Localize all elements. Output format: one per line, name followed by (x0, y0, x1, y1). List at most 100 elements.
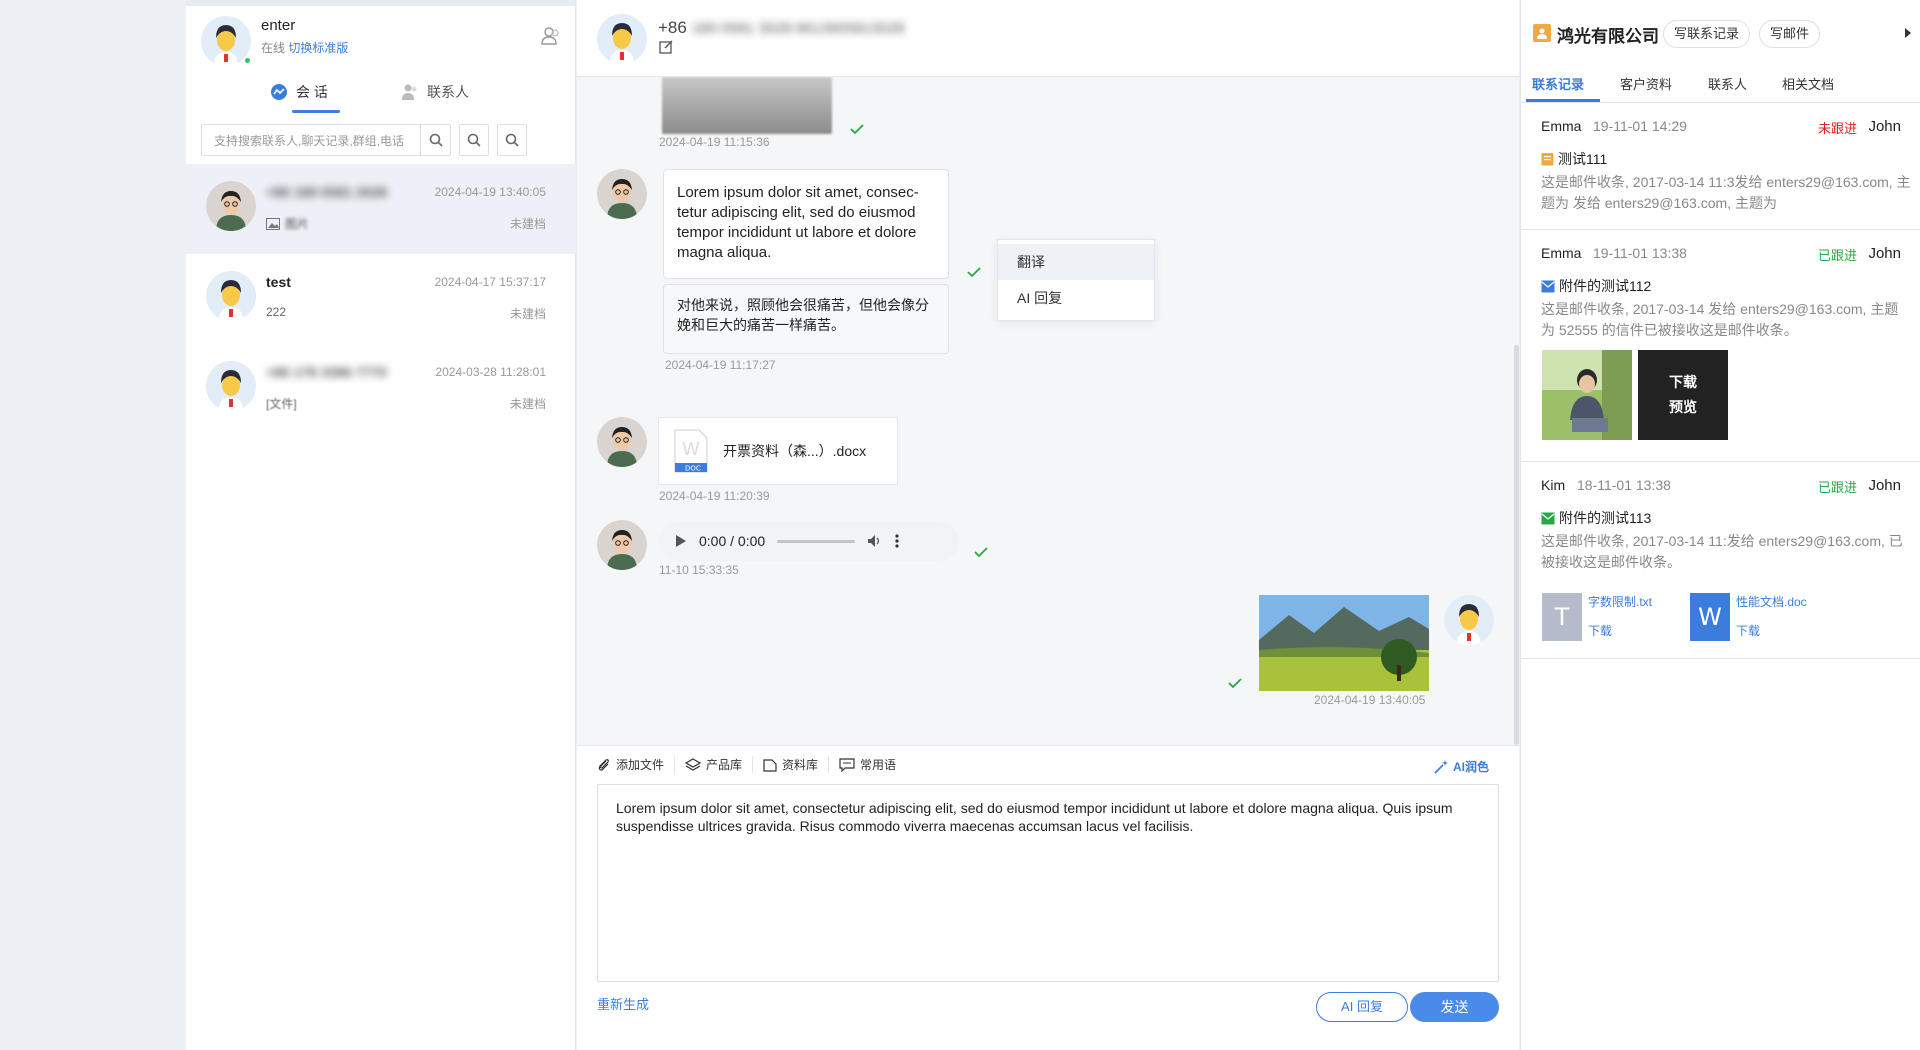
attachment-name[interactable]: 性能文档.doc (1736, 593, 1807, 610)
tool-label: 资料库 (782, 758, 819, 772)
search-messages-button[interactable] (459, 124, 489, 156)
conversation-preview: 222 (266, 305, 286, 319)
download-link[interactable]: 下载 (1736, 622, 1807, 639)
search-groups-button[interactable] (497, 124, 527, 156)
conversation-item[interactable]: +86 178 3386 7770 2024-03-28 11:28:01 [文… (186, 344, 576, 434)
quick-phrases-button[interactable]: 常用语 (829, 756, 906, 773)
product-library-button[interactable]: 产品库 (675, 756, 754, 773)
write-mail-button[interactable]: 写邮件 (1759, 20, 1821, 48)
conversation-item[interactable]: +86 189 0581 3028 2024-04-19 13:40:05 图片… (186, 164, 576, 254)
tool-label: 常用语 (860, 758, 897, 772)
menu-item-translate[interactable]: 翻译 (998, 244, 1154, 280)
download-link[interactable]: 下载 (1588, 622, 1652, 639)
record-author: Emma (1541, 245, 1582, 261)
search-placeholder: 支持搜索联系人,聊天记录,群组,电话 (214, 133, 405, 148)
contact-avatar (597, 169, 647, 219)
scrollbar[interactable] (1514, 345, 1519, 745)
write-record-button[interactable]: 写联系记录 (1663, 20, 1751, 48)
attachment-image[interactable] (1542, 350, 1632, 440)
image-message[interactable] (1259, 595, 1429, 691)
conversation-time: 2024-04-19 13:40:05 (434, 185, 546, 199)
translation-message[interactable]: 对他来说，照顾他会很痛苦，但他会像分娩和巨大的痛苦一样痛苦。 (663, 284, 949, 354)
chat-contact-phone: +86 189 0581 3028 8613905813028 (658, 18, 904, 38)
active-tab-indicator (1526, 99, 1600, 102)
audio-time: 0:00 / 0:00 (699, 533, 766, 549)
archive-status: 未建档 (509, 397, 546, 411)
contacts-tab-icon (402, 84, 417, 100)
record-body: 这是邮件收条, 2017-03-14 发给 enters29@163.com, … (1541, 301, 1899, 338)
tab-customer-info[interactable]: 客户资料 (1620, 74, 1672, 93)
search-icon (467, 133, 481, 147)
ai-polish-label: AI润色 (1452, 760, 1489, 774)
contacts-icon[interactable] (541, 26, 561, 46)
chat-area: +86 189 0581 3028 8613905813028 2024-04-… (577, 0, 1519, 1050)
search-submit-button[interactable] (420, 125, 450, 155)
message-timestamp: 11-10 15:33:35 (659, 563, 739, 577)
record-status: 已跟进 (1817, 480, 1857, 495)
contact-record[interactable]: Kim 18-11-01 13:38 已跟进 John 附件的测试113 这是邮… (1521, 463, 1920, 659)
collapse-arrow-icon[interactable] (1905, 28, 1911, 38)
add-file-button[interactable]: 添加文件 (597, 756, 676, 773)
layers-icon (685, 757, 702, 771)
message-input[interactable]: Lorem ipsum dolor sit amet, consectetur … (597, 784, 1499, 982)
tab-contacts[interactable]: 联系人 (401, 82, 469, 102)
record-title-text: 附件的测试112 (1559, 278, 1652, 294)
note-icon (1541, 153, 1554, 166)
contact-avatar (206, 271, 256, 321)
tab-contact-records[interactable]: 联系记录 (1532, 74, 1584, 93)
more-options-icon[interactable] (895, 534, 899, 548)
preview-link[interactable]: 预览 (1638, 397, 1728, 417)
regenerate-link[interactable]: 重新生成 (597, 994, 649, 1013)
active-tab-indicator (292, 110, 340, 113)
conversation-time: 2024-03-28 11:28:01 (435, 365, 546, 379)
contact-record[interactable]: Emma 19-11-01 13:38 已跟进 John 附件的测试112 这是… (1521, 231, 1920, 462)
audio-message[interactable]: 0:00 / 0:00 (659, 521, 959, 561)
attachment-doc[interactable]: W 性能文档.doc 下载 (1690, 593, 1807, 641)
menu-item-ai-reply[interactable]: AI 回复 (998, 280, 1154, 316)
download-link[interactable]: 下载 (1638, 372, 1728, 392)
contact-record[interactable]: Emma 19-11-01 14:29 未跟进 John 测试111 这是邮件收… (1521, 104, 1920, 230)
file-message[interactable]: W DOC 开票资料（森...）.docx (658, 417, 898, 485)
read-check-icon (1228, 678, 1242, 689)
record-title-text: 测试111 (1558, 151, 1608, 167)
document-library-button[interactable]: 资料库 (753, 756, 830, 773)
contact-avatar (206, 361, 256, 411)
search-icon (429, 133, 443, 147)
ai-polish-button[interactable]: AI润色 (1433, 758, 1489, 775)
tab-sessions[interactable]: 会 话 (270, 82, 328, 102)
tool-label: 添加文件 (616, 758, 665, 772)
tab-related-docs[interactable]: 相关文档 (1782, 74, 1834, 93)
record-owner: John (1868, 245, 1901, 262)
record-status: 未跟进 (1817, 121, 1857, 136)
company-icon (1533, 24, 1551, 42)
contact-avatar[interactable] (597, 14, 647, 64)
record-owner: John (1868, 477, 1901, 494)
search-input[interactable]: 支持搜索联系人,聊天记录,群组,电话 (201, 124, 451, 156)
svg-text:W: W (682, 439, 700, 460)
contact-avatar (597, 520, 647, 570)
company-name: 鸿光有限公司 (1557, 27, 1659, 46)
conversation-name: test (266, 274, 291, 290)
attachment-name[interactable]: 字数限制.txt (1588, 593, 1652, 610)
user-status: 在线 切换标准版 (261, 39, 348, 56)
attachment-image-overlay[interactable]: 下载 预览 (1638, 350, 1728, 440)
edit-icon[interactable] (659, 40, 673, 54)
contact-avatar (206, 181, 256, 231)
magic-wand-icon (1434, 759, 1448, 774)
svg-text:DOC: DOC (685, 465, 701, 473)
attachment-txt[interactable]: T 字数限制.txt 下载 (1542, 593, 1652, 641)
switch-edition-link[interactable]: 切换标准版 (288, 41, 348, 55)
conversation-item[interactable]: test 2024-04-17 15:37:17 222 未建档 (186, 254, 576, 344)
send-button[interactable]: 发送 (1410, 992, 1499, 1022)
image-message[interactable] (662, 77, 832, 134)
play-icon[interactable] (675, 534, 687, 548)
record-title: 测试111 (1541, 149, 1607, 169)
preview-text: 图片 (285, 217, 310, 231)
message-timestamp: 2024-04-19 11:20:39 (659, 489, 770, 503)
volume-icon[interactable] (867, 534, 883, 548)
text-message[interactable]: Lorem ipsum dolor sit amet, consec-tetur… (663, 169, 949, 279)
ai-reply-button[interactable]: AI 回复 (1316, 992, 1408, 1022)
tab-contacts[interactable]: 联系人 (1708, 74, 1747, 93)
record-time: 19-11-01 13:38 (1593, 245, 1687, 261)
audio-progress[interactable] (777, 539, 856, 543)
